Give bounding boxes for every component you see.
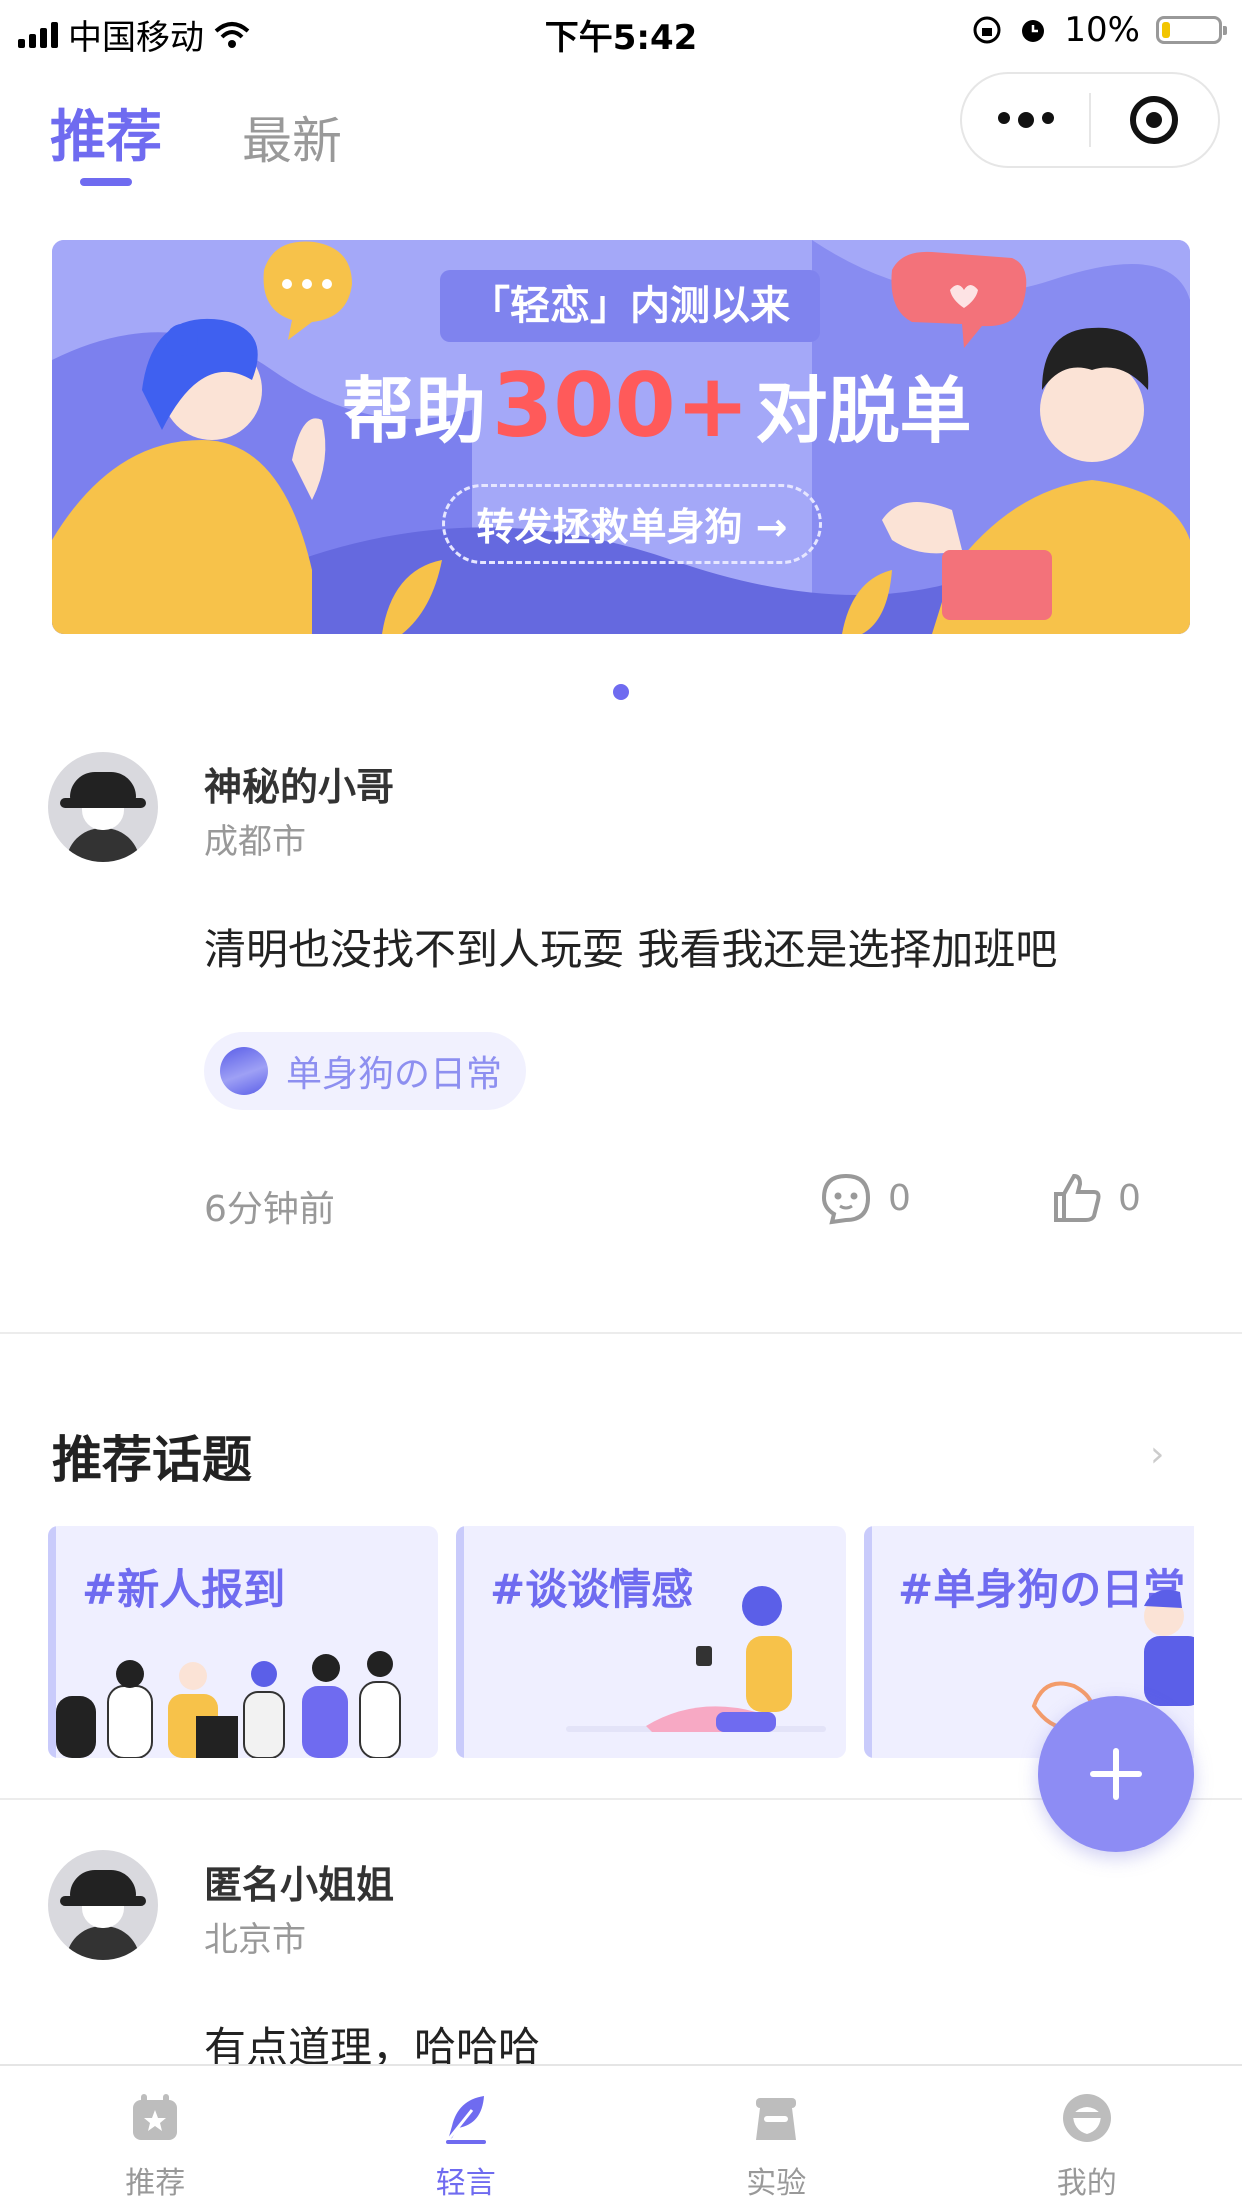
promo-banner[interactable]: 「轻恋」内测以来 帮助300+对脱单 转发拯救单身狗 → [52,240,1190,634]
battery-icon [1156,16,1222,44]
tab-recommend[interactable]: 推荐 [50,92,162,173]
calendar-star-icon [127,2090,183,2146]
alarm-icon [1018,15,1048,45]
avatar[interactable] [48,1850,158,1960]
comment-count: 0 [888,1178,911,1219]
more-icon[interactable] [962,112,1089,128]
like-button[interactable]: 0 [1048,1170,1141,1226]
banner-headline: 帮助300+对脱单 [342,352,971,457]
chevron-right-icon[interactable]: › [1150,1434,1164,1475]
girl-sitting-illustration [456,1526,846,1758]
status-right: 10% [972,10,1222,50]
feather-icon [438,2090,494,2146]
nav-label: 实验 [621,2158,932,2202]
crowd-illustration [48,1526,438,1758]
top-tabs: 推荐 最新 [50,92,342,173]
comment-icon [818,1170,874,1226]
profile-icon [1059,2090,1115,2146]
topic-card[interactable]: #谈谈情感 [456,1526,846,1758]
nav-label: 推荐 [0,2158,311,2202]
banner-cta-button[interactable]: 转发拯救单身狗 → [442,484,822,564]
topic-planet-icon [220,1047,268,1095]
post-author-name[interactable]: 神秘的小哥 [204,756,394,811]
post-author-name[interactable]: 匿名小姐姐 [204,1854,394,1909]
avatar[interactable] [48,752,158,862]
nav-item-light-words[interactable]: 轻言 [311,2066,622,2210]
tab-indicator [80,178,132,186]
battery-percent: 10% [1064,10,1140,50]
nav-label: 轻言 [311,2158,622,2202]
post-content[interactable]: 清明也没找不到人玩耍 我看我还是选择加班吧 [204,916,1057,977]
create-post-button[interactable] [1038,1696,1194,1852]
topic-card[interactable]: #新人报到 [48,1526,438,1758]
section-divider [0,1332,1242,1334]
banner-pill: 「轻恋」内测以来 [440,270,820,342]
miniprogram-capsule [960,72,1220,168]
status-bar: 中国移动 下午5:42 10% [0,0,1242,62]
tab-latest[interactable]: 最新 [242,101,342,173]
recommended-topics-title: 推荐话题 [52,1420,252,1492]
post-author-city: 北京市 [204,1912,306,1961]
close-target-icon[interactable] [1091,96,1218,144]
comment-button[interactable]: 0 [818,1170,911,1226]
like-count: 0 [1118,1178,1141,1219]
nav-item-lab[interactable]: 实验 [621,2066,932,2210]
nav-item-profile[interactable]: 我的 [932,2066,1242,2210]
post-author-city: 成都市 [204,814,306,863]
nav-label: 我的 [932,2158,1242,2202]
post-time: 6分钟前 [204,1180,335,1232]
lab-icon [748,2090,804,2146]
nav-item-recommend[interactable]: 推荐 [0,2066,311,2210]
topic-cards: #新人报到 #谈谈情感 #单身狗の日常 [48,1526,1194,1758]
post-topic-label: 单身狗の日常 [286,1045,502,1097]
carousel-indicator [613,684,629,700]
bottom-nav: 推荐 轻言 实验 我的 [0,2064,1242,2210]
rotation-lock-icon [972,15,1002,45]
thumbs-up-icon [1048,1170,1104,1226]
post-topic-tag[interactable]: 单身狗の日常 [204,1032,526,1110]
